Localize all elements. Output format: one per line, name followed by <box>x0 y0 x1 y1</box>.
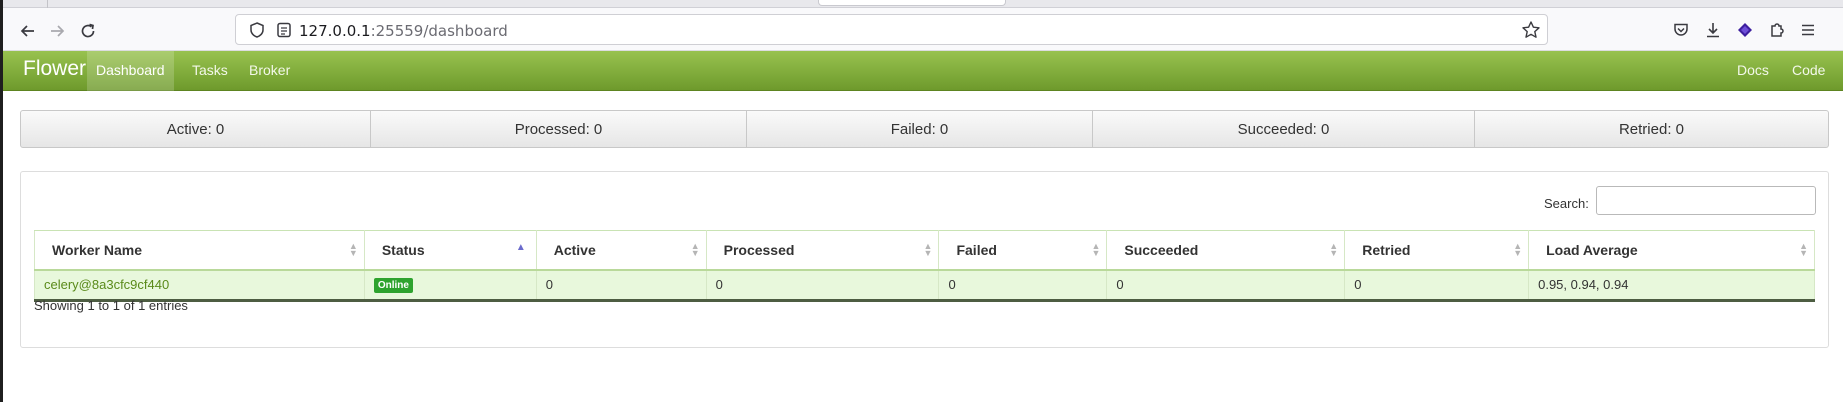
app-menu-button[interactable] <box>1798 20 1818 40</box>
url-text[interactable]: 127.0.0.1:25559/dashboard <box>299 22 508 40</box>
cell-status: Online <box>364 269 537 302</box>
column-worker-name[interactable]: Worker Name ▲ ▼ <box>34 230 365 271</box>
sort-both-icon: ▲ ▼ <box>348 241 358 258</box>
pocket-button[interactable] <box>1671 20 1691 40</box>
sort-both-icon: ▲ ▼ <box>923 241 933 258</box>
column-label: Succeeded <box>1124 241 1199 258</box>
column-load-average[interactable]: Load Average ▲ ▼ <box>1528 230 1815 271</box>
nav-dashboard[interactable]: Dashboard <box>87 51 174 91</box>
sort-asc-icon: ▲ <box>515 242 526 253</box>
search-label: Search: <box>1544 196 1589 211</box>
sort-both-icon: ▲ ▼ <box>1513 241 1523 258</box>
extension-button[interactable] <box>1735 20 1755 40</box>
stat-processed: Processed: 0 <box>371 111 747 147</box>
column-label: Status <box>381 241 425 258</box>
stat-failed: Failed: 0 <box>747 111 1093 147</box>
back-button[interactable] <box>15 18 41 44</box>
url-host: 127.0.0.1 <box>299 22 371 40</box>
pocket-icon <box>1674 23 1688 36</box>
cell-processed: 0 <box>706 269 940 302</box>
column-retried[interactable]: Retried ▲ ▼ <box>1344 230 1530 271</box>
workers-panel: Search: Worker Name ▲ ▼ Status ▲ Active ▲ ▼ P… <box>20 171 1829 348</box>
downloads-button[interactable] <box>1703 20 1723 40</box>
column-label: Load Average <box>1546 241 1638 258</box>
sort-both-icon: ▲ ▼ <box>1329 241 1339 258</box>
stat-succeeded: Succeeded: 0 <box>1093 111 1475 147</box>
column-failed[interactable]: Failed ▲ ▼ <box>938 230 1108 271</box>
extension-diamond-icon <box>1738 23 1752 37</box>
nav-tasks[interactable]: Tasks <box>183 51 237 91</box>
worker-link[interactable]: celery@8a3cfc9cf440 <box>44 277 169 292</box>
column-processed[interactable]: Processed ▲ ▼ <box>706 230 940 271</box>
page-info-icon[interactable] <box>275 21 293 39</box>
arrow-left-icon <box>20 25 34 37</box>
browser-toolbar: 127.0.0.1:25559/dashboard <box>3 8 1843 51</box>
nav-docs[interactable]: Docs <box>1728 51 1778 91</box>
url-path: :25559/dashboard <box>370 22 508 40</box>
shield-icon[interactable] <box>248 21 266 39</box>
reload-button[interactable] <box>75 18 101 44</box>
cell-succeeded: 0 <box>1106 269 1346 302</box>
browser-tab[interactable] <box>818 0 1006 6</box>
column-label: Retried <box>1362 241 1411 258</box>
workers-table: Worker Name ▲ ▼ Status ▲ Active ▲ ▼ Processed… <box>34 230 1815 302</box>
stats-bar: Active: 0 Processed: 0 Failed: 0 Succeed… <box>20 110 1829 148</box>
status-badge: Online <box>373 278 413 294</box>
sort-both-icon: ▲ ▼ <box>1091 241 1101 258</box>
reload-icon <box>81 23 95 38</box>
bookmark-star-icon[interactable] <box>1521 20 1541 40</box>
cell-failed: 0 <box>938 269 1108 302</box>
cell-load-average: 0.95, 0.94, 0.94 <box>1528 269 1815 302</box>
app-navbar: Flower Dashboard Tasks Broker Docs Code <box>3 51 1843 91</box>
download-icon <box>1707 23 1719 38</box>
address-bar[interactable]: 127.0.0.1:25559/dashboard <box>235 14 1548 45</box>
column-active[interactable]: Active ▲ ▼ <box>536 230 707 271</box>
table-info: Showing 1 to 1 of 1 entries <box>34 298 188 313</box>
column-label: Worker Name <box>52 241 143 258</box>
column-label: Failed <box>956 241 997 258</box>
hamburger-menu-icon <box>1802 24 1814 36</box>
table-row: celery@8a3cfc9cf440 Online 0 0 0 0 0 0.9… <box>34 269 1815 302</box>
sort-both-icon: ▲ ▼ <box>690 241 700 258</box>
stat-active: Active: 0 <box>21 111 371 147</box>
column-label: Active <box>553 241 596 258</box>
extensions-menu-button[interactable] <box>1767 20 1787 40</box>
nav-broker[interactable]: Broker <box>240 51 299 91</box>
browser-tab-strip <box>3 0 1843 8</box>
stat-retried: Retried: 0 <box>1618 120 1685 138</box>
column-label: Processed <box>723 241 795 258</box>
cell-active: 0 <box>536 269 707 302</box>
forward-button[interactable] <box>44 18 70 44</box>
table-header-row: Worker Name ▲ ▼ Status ▲ Active ▲ ▼ Processed… <box>34 230 1815 271</box>
puzzle-icon <box>1771 23 1784 37</box>
column-succeeded[interactable]: Succeeded ▲ ▼ <box>1106 230 1346 271</box>
column-status[interactable]: Status ▲ <box>364 230 537 271</box>
sort-both-icon: ▲ ▼ <box>1799 241 1808 258</box>
cell-retried: 0 <box>1344 269 1530 302</box>
nav-code[interactable]: Code <box>1783 51 1834 91</box>
cell-worker-name: celery@8a3cfc9cf440 <box>34 269 365 302</box>
tab-separator <box>47 0 48 8</box>
brand-logo[interactable]: Flower <box>23 57 86 81</box>
arrow-right-icon <box>51 25 65 37</box>
search-input[interactable] <box>1596 186 1816 215</box>
